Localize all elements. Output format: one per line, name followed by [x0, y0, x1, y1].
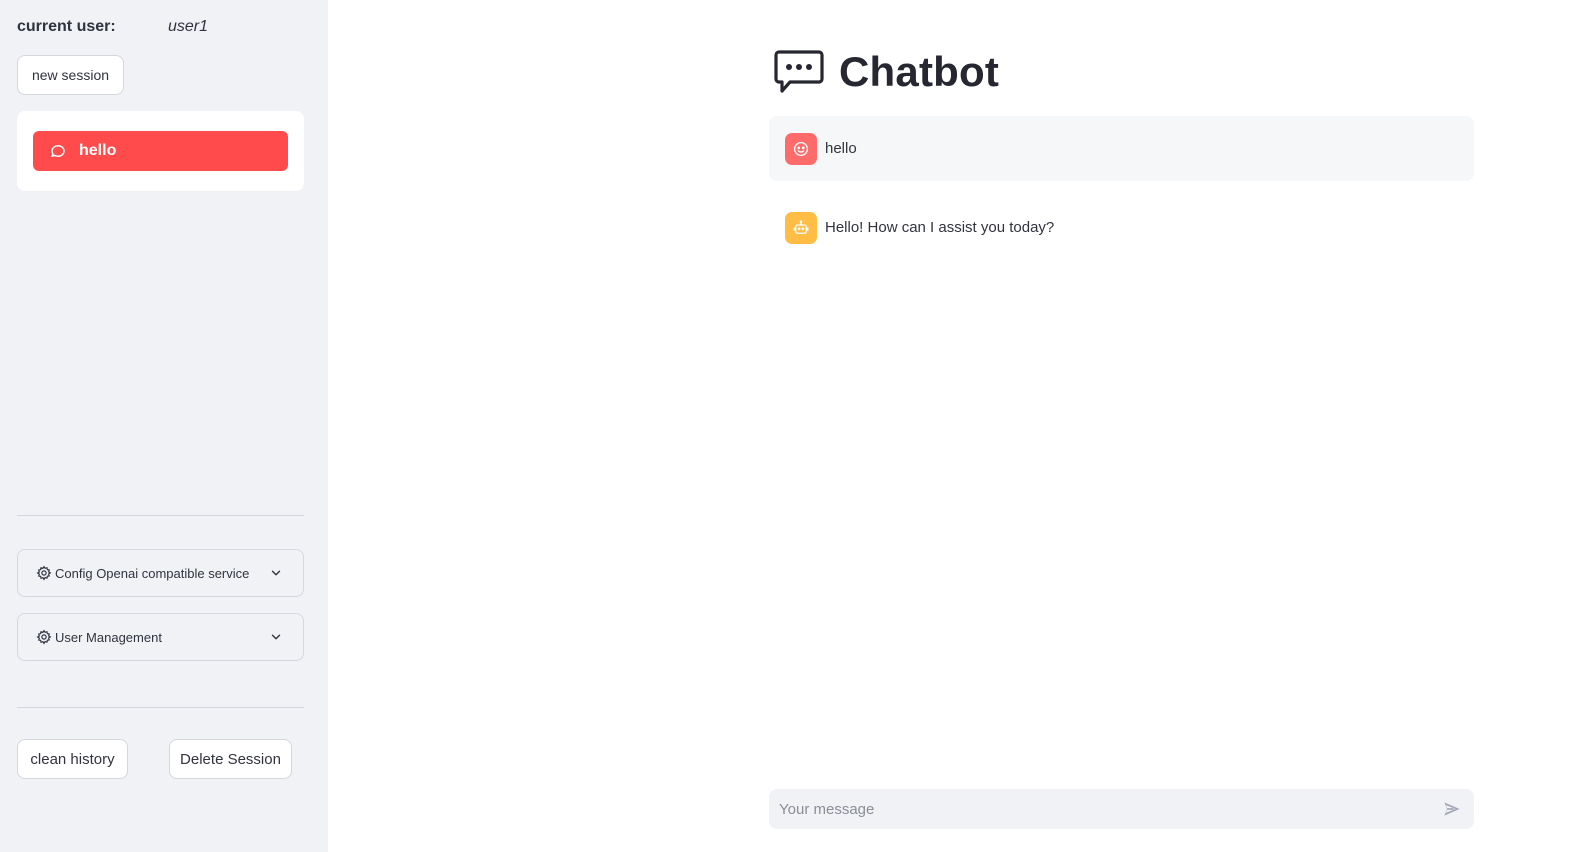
config-openai-label: Config Openai compatible service	[55, 565, 250, 581]
new-session-button[interactable]: new session	[17, 55, 124, 95]
config-openai-expander[interactable]: Config Openai compatible service	[17, 549, 304, 597]
smiley-face-icon	[785, 132, 817, 165]
current-user-row: current user: user1	[17, 18, 208, 36]
robot-icon	[785, 211, 817, 244]
sidebar-divider	[17, 707, 304, 708]
page-header: Chatbot	[773, 48, 999, 96]
chat-dots-icon	[773, 48, 825, 96]
chat-bubble-icon	[49, 142, 67, 160]
clean-history-button[interactable]: clean history	[17, 739, 128, 779]
current-user-name: user1	[168, 18, 209, 35]
gear-icon	[36, 629, 52, 645]
chat-input-bar	[769, 789, 1474, 829]
chat-message-text: hello	[825, 140, 857, 157]
chat-message-user: hello	[769, 116, 1474, 181]
send-arrow-icon[interactable]	[1442, 799, 1462, 819]
user-management-label: User Management	[55, 629, 162, 645]
chat-message-text: Hello! How can I assist you today?	[825, 219, 1055, 236]
delete-session-button[interactable]: Delete Session	[169, 739, 292, 779]
current-user-label: current user:	[17, 18, 116, 35]
sidebar: current user: user1 new session hello Co…	[0, 0, 328, 852]
session-item-hello[interactable]: hello	[33, 131, 288, 171]
chevron-down-icon	[269, 630, 283, 644]
page-title: Chatbot	[839, 48, 1000, 95]
session-item-label: hello	[79, 142, 117, 159]
user-management-expander[interactable]: User Management	[17, 613, 304, 661]
chat-message-assistant: Hello! How can I assist you today?	[769, 195, 1474, 260]
session-list: hello	[17, 111, 304, 191]
app-root: current user: user1 new session hello Co…	[0, 0, 1590, 852]
sidebar-divider	[17, 515, 304, 516]
chevron-down-icon	[269, 566, 283, 580]
gear-icon	[36, 565, 52, 581]
main-area: Chatbot hello Hello! How can I assist yo…	[328, 0, 1590, 852]
message-input[interactable]	[777, 799, 1442, 819]
